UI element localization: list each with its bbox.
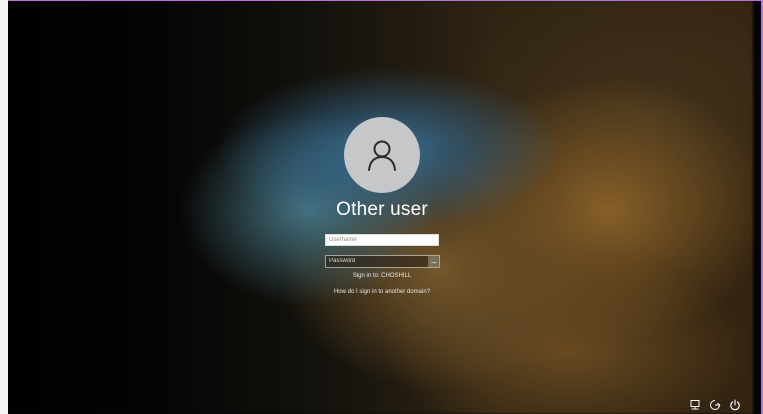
- other-domain-link[interactable]: How do I sign in to another domain?: [280, 289, 484, 295]
- user-avatar-icon: [344, 117, 420, 193]
- submit-arrow-button[interactable]: →: [428, 256, 439, 267]
- user-name: Other user: [336, 199, 428, 220]
- sign-in-domain-label: Sign in to: CHOSHILL: [352, 273, 412, 279]
- password-input[interactable]: [326, 256, 428, 267]
- ease-of-access-icon[interactable]: [709, 399, 721, 411]
- lock-screen: Other user → Sign in to: CHOSHILL How do…: [0, 0, 763, 414]
- login-panel: Other user → Sign in to: CHOSHILL How do…: [8, 0, 753, 414]
- network-icon[interactable]: [689, 399, 701, 411]
- left-edge-strip: [0, 0, 8, 414]
- password-field-container: →: [325, 255, 440, 268]
- system-tray: [689, 399, 741, 411]
- username-input[interactable]: [325, 234, 439, 246]
- power-icon[interactable]: [729, 399, 741, 411]
